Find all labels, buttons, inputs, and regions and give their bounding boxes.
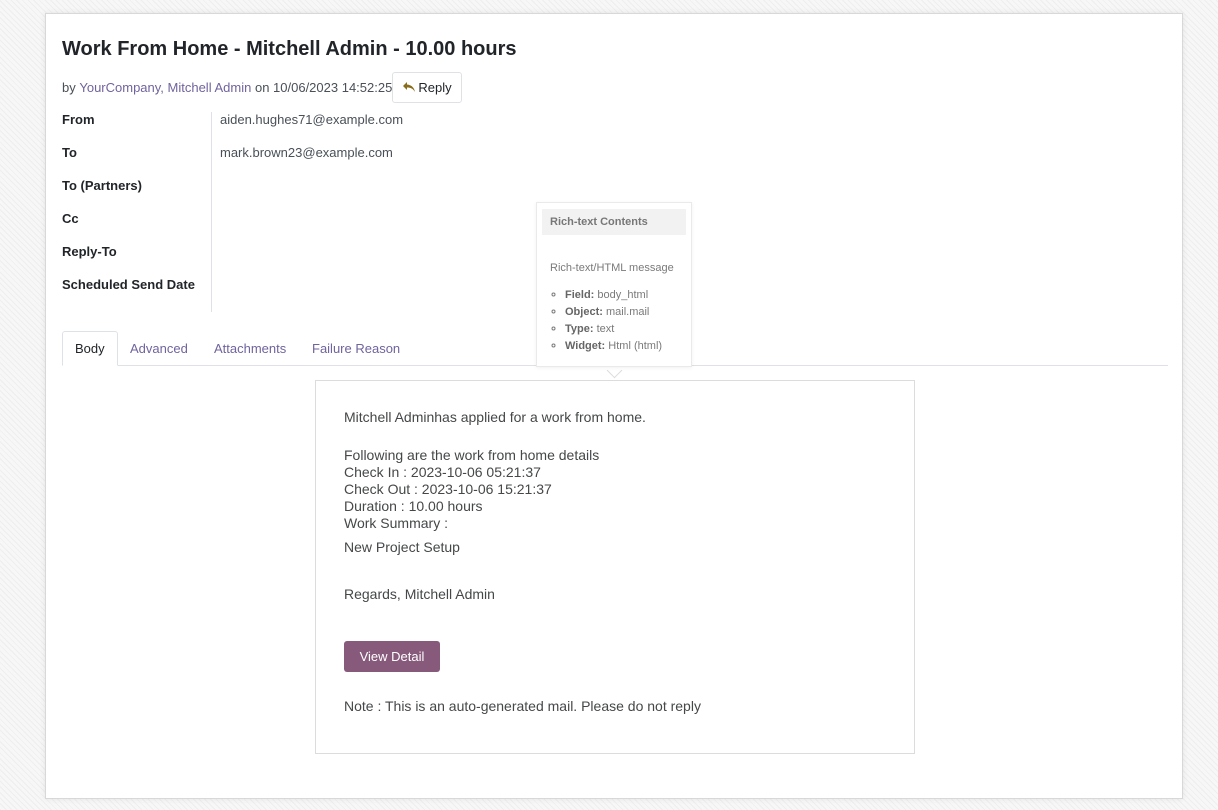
tooltip-item: Field: body_html <box>565 287 662 304</box>
reply-button[interactable]: Reply <box>392 72 462 103</box>
field-tooltip: Rich-text Contents Rich-text/HTML messag… <box>536 202 692 367</box>
field-to-partners: To (Partners) <box>62 178 662 198</box>
reply-icon <box>402 81 416 95</box>
field-label: To (Partners) <box>62 178 142 193</box>
fields-divider <box>211 112 212 312</box>
field-value[interactable]: aiden.hughes71@example.com <box>220 112 403 127</box>
body-details-heading: Following are the work from home details <box>344 447 600 463</box>
body-summary-label: Work Summary : <box>344 515 448 531</box>
tab-advanced[interactable]: Advanced <box>118 331 200 365</box>
tab-body[interactable]: Body <box>62 331 118 366</box>
tooltip-title: Rich-text Contents <box>542 209 686 235</box>
reply-label: Reply <box>418 80 452 95</box>
tooltip-description: Rich-text/HTML message <box>550 262 674 274</box>
mail-body[interactable]: Mitchell Adminhas applied for a work fro… <box>315 380 915 754</box>
field-from: From aiden.hughes71@example.com <box>62 112 662 132</box>
field-label: To <box>62 145 77 160</box>
byline-prefix: by <box>62 79 76 95</box>
byline-date: on 10/06/2023 14:52:25 <box>254 79 393 95</box>
body-check-in: Check In : 2023-10-06 05:21:37 <box>344 464 541 480</box>
byline: by YourCompany, Mitchell Admin on 10/06/… <box>62 78 392 96</box>
field-label: Scheduled Send Date <box>62 277 195 292</box>
body-regards: Regards, Mitchell Admin <box>344 586 495 602</box>
body-check-out: Check Out : 2023-10-06 15:21:37 <box>344 481 552 497</box>
tooltip-item: Object: mail.mail <box>565 304 662 321</box>
tooltip-details: Field: body_html Object: mail.mail Type:… <box>550 287 662 355</box>
page-title: Work From Home - Mitchell Admin - 10.00 … <box>62 38 517 60</box>
field-label: From <box>62 112 95 127</box>
field-to: To mark.brown23@example.com <box>62 145 662 165</box>
field-value[interactable]: mark.brown23@example.com <box>220 145 393 160</box>
tab-attachments[interactable]: Attachments <box>202 331 298 365</box>
view-detail-button[interactable]: View Detail <box>344 641 440 672</box>
body-duration: Duration : 10.00 hours <box>344 498 483 514</box>
tooltip-item: Widget: Html (html) <box>565 338 662 355</box>
tab-failure-reason[interactable]: Failure Reason <box>300 331 412 365</box>
field-label: Cc <box>62 211 79 226</box>
author-link[interactable]: YourCompany, Mitchell Admin <box>79 80 251 95</box>
body-intro: Mitchell Adminhas applied for a work fro… <box>344 409 646 425</box>
body-note: Note : This is an auto-generated mail. P… <box>344 698 701 714</box>
mail-sheet: Work From Home - Mitchell Admin - 10.00 … <box>45 13 1183 799</box>
body-summary: New Project Setup <box>344 539 460 555</box>
field-label: Reply-To <box>62 244 117 259</box>
tooltip-item: Type: text <box>565 321 662 338</box>
